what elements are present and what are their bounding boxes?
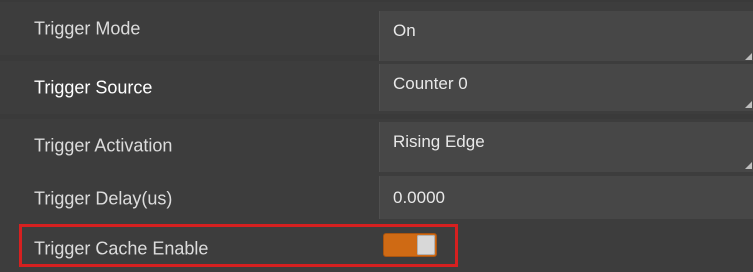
trigger-activation-label: Trigger Activation (34, 135, 173, 155)
dropdown-corner-icon (745, 101, 752, 108)
trigger-delay-value: 0.0000 (393, 187, 445, 207)
trigger-source-row: Trigger Source Counter 0 (0, 61, 753, 114)
trigger-mode-value: On (393, 21, 416, 40)
trigger-settings-panel: Trigger Mode On Trigger Source Counter 0… (0, 0, 753, 272)
trigger-activation-row: Trigger Activation Rising Edge (0, 119, 753, 172)
trigger-delay-label: Trigger Delay(us) (34, 188, 173, 208)
dropdown-corner-icon (745, 162, 752, 169)
trigger-source-label: Trigger Source (34, 77, 153, 97)
trigger-activation-value: Rising Edge (393, 132, 485, 151)
trigger-mode-label: Trigger Mode (34, 18, 141, 38)
trigger-source-dropdown[interactable]: Counter 0 (379, 64, 753, 111)
trigger-delay-input[interactable]: 0.0000 (379, 176, 753, 219)
trigger-cache-enable-toggle[interactable] (383, 233, 437, 257)
trigger-mode-dropdown[interactable]: On (379, 11, 753, 63)
trigger-source-value: Counter 0 (393, 74, 468, 93)
trigger-delay-row: Trigger Delay(us) 0.0000 (0, 172, 753, 225)
toggle-knob (417, 235, 435, 255)
trigger-activation-dropdown[interactable]: Rising Edge (379, 122, 753, 172)
trigger-mode-row: Trigger Mode On (0, 2, 753, 63)
dropdown-corner-icon (745, 53, 752, 60)
